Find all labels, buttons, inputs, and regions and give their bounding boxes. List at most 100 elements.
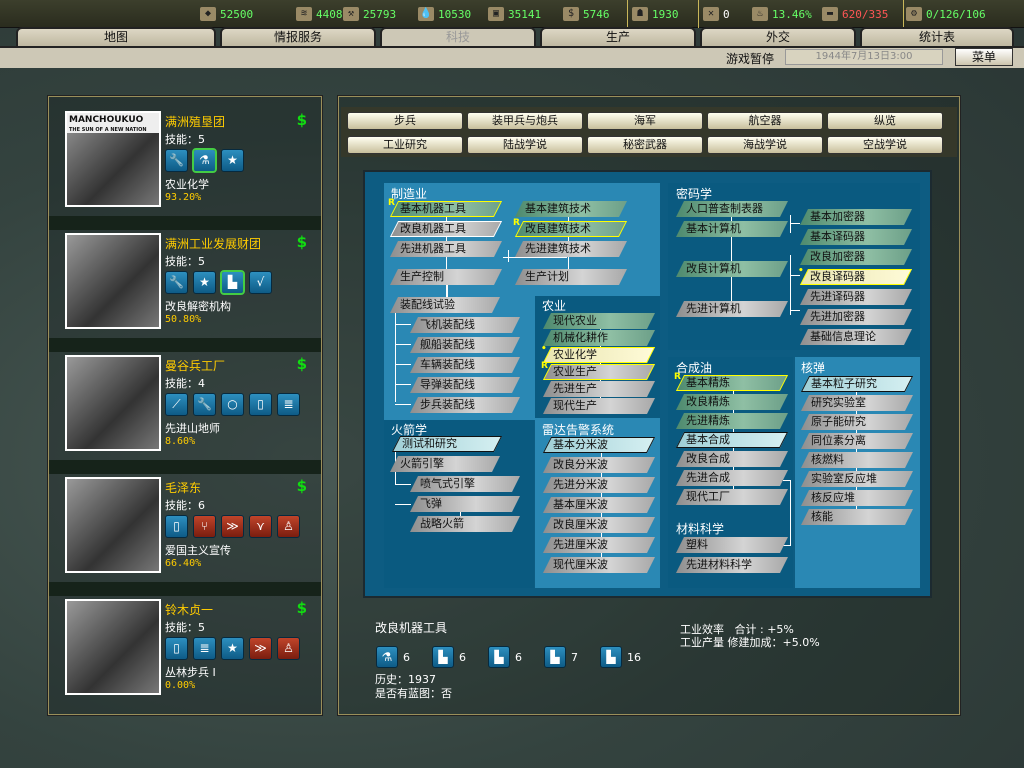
category-button-0-4[interactable]: 纵览 (827, 112, 943, 130)
research-team-card[interactable]: 曼谷兵工厂 $ 技能：4 ⟋ 🔧 ○ ▯ ≣ 先进山地师 8.60% (57, 353, 319, 465)
tech-radar-5[interactable]: 先进厘米波 (543, 537, 655, 553)
tech-synthetic_oil-6[interactable]: 现代工厂 (676, 489, 788, 505)
team-current-tech: 农业化学 (165, 178, 209, 191)
tech-agriculture-5[interactable]: 现代生产 (543, 398, 655, 414)
tab-0[interactable]: 地图 (16, 27, 216, 47)
tech-manufacturing-1[interactable]: 基本建筑技术 (515, 201, 627, 217)
tech-synthetic_oil-4[interactable]: 改良合成 (676, 451, 788, 467)
tech-manufacturing-6[interactable]: 生产控制 (390, 269, 502, 285)
tech-rocketry-1[interactable]: 火箭引擎 (390, 456, 500, 472)
tech-nuclear-6[interactable]: 核反应堆 (801, 490, 913, 506)
tech-manufacturing-9[interactable]: 飞机装配线 (410, 317, 520, 333)
tech-cryptography-9[interactable]: 先进加密器 (800, 309, 912, 325)
tech-synthetic_oil-1[interactable]: 改良精炼 (676, 394, 788, 410)
resource-ic[interactable]: ⚙ 0/126/106 (906, 7, 986, 21)
tech-radar-3[interactable]: 基本厘米波 (543, 497, 655, 513)
tech-cryptography-10[interactable]: 基础信息理论 (800, 329, 912, 345)
tech-manufacturing-10[interactable]: 舰船装配线 (410, 337, 520, 353)
tech-agriculture-4[interactable]: 先进生产 (543, 381, 655, 397)
tech-manufacturing-13[interactable]: 步兵装配线 (410, 397, 520, 413)
tech-synthetic_oil-0[interactable]: 基本精炼 (676, 375, 788, 391)
tech-cryptography-2[interactable]: 改良计算机 (676, 261, 788, 277)
tech-cryptography-4[interactable]: 基本加密器 (800, 209, 912, 225)
category-button-1-3[interactable]: 海战学说 (707, 136, 823, 154)
category-button-0-1[interactable]: 装甲兵与炮兵 (467, 112, 583, 130)
tab-1[interactable]: 情报服务 (220, 27, 376, 47)
tech-manufacturing-5[interactable]: 先进建筑技术 (515, 241, 627, 257)
tab-2[interactable]: 科技 (380, 27, 536, 47)
tech-materials-1[interactable]: 先进材料科学 (676, 557, 788, 573)
category-button-1-2[interactable]: 秘密武器 (587, 136, 703, 154)
resource-supplies[interactable]: ▣ 35141 (488, 7, 541, 21)
tab-3[interactable]: 生产 (540, 27, 696, 47)
tech-manufacturing-3[interactable]: 改良建筑技术 (515, 221, 627, 237)
tech-nuclear-2[interactable]: 原子能研究 (801, 414, 913, 430)
resource-manpower[interactable]: ☗ 1930 (632, 7, 679, 21)
category-button-0-3[interactable]: 航空器 (707, 112, 823, 130)
tech-nuclear-1[interactable]: 研究实验室 (801, 395, 913, 411)
tech-synthetic_oil-3[interactable]: 基本合成 (676, 432, 788, 448)
resource-energy[interactable]: ◆ 52500 (200, 7, 253, 21)
tech-cryptography-3[interactable]: 先进计算机 (676, 301, 788, 317)
tree-connector (395, 364, 411, 365)
category-button-0-0[interactable]: 步兵 (347, 112, 463, 130)
resource-dissent[interactable]: ♨ 13.46% (752, 7, 812, 21)
category-button-1-4[interactable]: 空战学说 (827, 136, 943, 154)
tech-nuclear-3[interactable]: 同位素分离 (801, 433, 913, 449)
tech-nuclear-5[interactable]: 实验室反应堆 (801, 471, 913, 487)
tech-manufacturing-8[interactable]: 装配线试验 (390, 297, 500, 313)
tab-4[interactable]: 外交 (700, 27, 856, 47)
tech-radar-1[interactable]: 改良分米波 (543, 457, 655, 473)
tech-manufacturing-0[interactable]: 基本机器工具 (390, 201, 502, 217)
research-team-card[interactable]: MANCHOUKUO THE SUN OF A NEW NATION 满洲殖垦团 $ 技… (57, 109, 319, 221)
tech-rocketry-4[interactable]: 战略火箭 (410, 516, 520, 532)
category-button-1-0[interactable]: 工业研究 (347, 136, 463, 154)
tech-materials-0[interactable]: 塑料 (676, 537, 788, 553)
tech-radar-2[interactable]: 先进分米波 (543, 477, 655, 493)
soldier-icon: ♙ (277, 637, 300, 660)
tech-agriculture-2[interactable]: 农业化学 (543, 347, 655, 363)
tech-manufacturing-7[interactable]: 生产计划 (515, 269, 627, 285)
research-team-card[interactable]: 毛泽东 $ 技能：6 ▯ ⑂ ≫ ⋎ ♙ 爱国主义宣传 66.40% (57, 475, 319, 587)
tech-cryptography-5[interactable]: 基本译码器 (800, 229, 912, 245)
tech-radar-4[interactable]: 改良厘米波 (543, 517, 655, 533)
resource-oil[interactable]: 💧 10530 (418, 7, 471, 21)
resource-metal[interactable]: ≋ 44089 (296, 7, 349, 21)
tech-radar-6[interactable]: 现代厘米波 (543, 557, 655, 573)
tech-rocketry-0[interactable]: 测试和研究 (392, 436, 502, 452)
tech-cryptography-1[interactable]: 基本计算机 (676, 221, 788, 237)
tech-rocketry-3[interactable]: 飞弹 (410, 496, 520, 512)
tech-manufacturing-11[interactable]: 车辆装配线 (410, 357, 520, 373)
category-button-0-2[interactable]: 海军 (587, 112, 703, 130)
tech-agriculture-1[interactable]: 机械化耕作 (543, 330, 655, 346)
research-team-card[interactable]: 铃木贞一 $ 技能：5 ▯ ≣ ★ ≫ ♙ 丛林步兵 I 0.00% (57, 597, 319, 709)
tech-nuclear-0[interactable]: 基本粒子研究 (801, 376, 913, 392)
tech-rocketry-2[interactable]: 喷气式引擎 (410, 476, 520, 492)
tech-cryptography-8[interactable]: 先进译码器 (800, 289, 912, 305)
tech-nuclear-7[interactable]: 核能 (801, 509, 913, 525)
menu-button[interactable]: 菜单 (955, 48, 1013, 66)
tech-nuclear-4[interactable]: 核燃料 (801, 452, 913, 468)
resource-rare-materials[interactable]: ⚒ 25793 (343, 7, 396, 21)
research-team-card[interactable]: 满洲工业发展财团 $ 技能：5 🔧 ★ ▙ √ 改良解密机构 50.80% (57, 231, 319, 343)
tech-agriculture-0[interactable]: 现代农业 (543, 313, 655, 329)
detail-blueprint: 是否有蓝图：否 (375, 687, 452, 700)
tech-radar-0[interactable]: 基本分米波 (543, 437, 655, 453)
team-name: 满洲工业发展财团 (165, 237, 262, 251)
tech-manufacturing-12[interactable]: 导弹装配线 (410, 377, 520, 393)
resource-convoy[interactable]: ▬ 620/335 (822, 7, 888, 21)
resource-money[interactable]: $5746 (563, 7, 610, 21)
resource-transports[interactable]: ✕ 0 (703, 7, 730, 21)
category-button-1-1[interactable]: 陆战学说 (467, 136, 583, 154)
tech-cryptography-7[interactable]: 改良译码器 (800, 269, 912, 285)
tab-5[interactable]: 统计表 (860, 27, 1014, 47)
tech-cryptography-6[interactable]: 改良加密器 (800, 249, 912, 265)
tech-synthetic_oil-5[interactable]: 先进合成 (676, 470, 788, 486)
tech-cryptography-0[interactable]: 人口普查制表器 (676, 201, 788, 217)
resource-value: 5746 (583, 7, 610, 21)
factory-icon: ▙ (488, 646, 510, 668)
tech-manufacturing-4[interactable]: 先进机器工具 (390, 241, 502, 257)
tech-manufacturing-2[interactable]: 改良机器工具 (390, 221, 502, 237)
tech-synthetic_oil-2[interactable]: 先进精炼 (676, 413, 788, 429)
tech-agriculture-3[interactable]: 农业生产 (543, 364, 655, 380)
